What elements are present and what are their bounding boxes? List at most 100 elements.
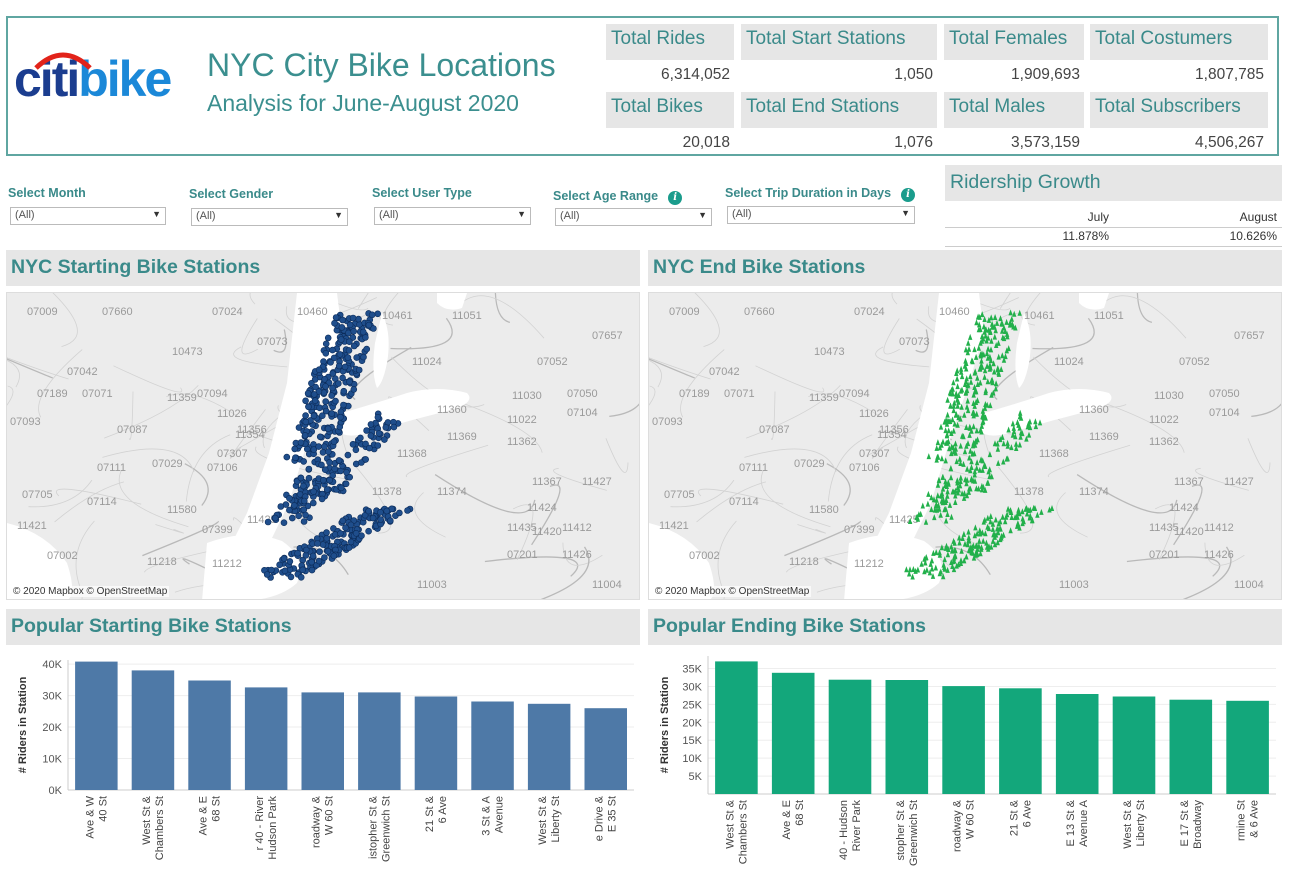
station-marker[interactable] <box>299 566 307 574</box>
station-marker[interactable] <box>404 507 411 514</box>
station-marker[interactable] <box>360 353 367 361</box>
station-marker[interactable] <box>310 391 318 398</box>
station-marker[interactable] <box>377 509 384 516</box>
station-marker[interactable] <box>286 558 294 565</box>
station-marker[interactable] <box>344 451 352 459</box>
station-marker[interactable] <box>335 362 343 370</box>
station-marker[interactable] <box>326 476 333 484</box>
station-marker[interactable] <box>323 535 331 542</box>
station-marker[interactable] <box>347 538 355 546</box>
station-marker[interactable] <box>302 412 309 419</box>
station-marker[interactable] <box>336 351 344 358</box>
chevron-down-icon[interactable]: ▼ <box>334 210 343 220</box>
station-marker[interactable] <box>337 413 344 421</box>
info-icon[interactable]: i <box>668 191 683 205</box>
station-marker[interactable] <box>318 461 325 469</box>
station-marker[interactable] <box>337 336 345 343</box>
station-marker[interactable] <box>334 380 342 387</box>
station-marker[interactable] <box>290 502 298 509</box>
station-marker[interactable] <box>302 397 309 405</box>
station-marker[interactable] <box>315 557 323 565</box>
station-marker[interactable] <box>330 552 338 560</box>
bar[interactable] <box>75 661 118 790</box>
station-marker[interactable] <box>268 566 275 574</box>
station-marker[interactable] <box>359 328 367 336</box>
station-marker[interactable] <box>329 346 336 354</box>
station-marker[interactable] <box>300 482 307 490</box>
station-marker[interactable] <box>350 386 358 393</box>
station-marker[interactable] <box>322 383 329 390</box>
station-marker[interactable] <box>294 549 301 557</box>
station-marker[interactable] <box>321 443 328 450</box>
station-marker[interactable] <box>377 516 385 523</box>
station-marker[interactable] <box>327 359 334 366</box>
station-marker[interactable] <box>300 497 308 505</box>
chevron-down-icon[interactable]: ▼ <box>152 209 161 219</box>
station-marker[interactable] <box>363 345 371 353</box>
station-marker[interactable] <box>338 324 346 331</box>
station-marker[interactable] <box>347 521 355 529</box>
station-marker[interactable] <box>302 511 309 519</box>
station-marker[interactable] <box>350 342 358 350</box>
station-marker[interactable] <box>341 363 349 371</box>
station-marker[interactable] <box>323 486 331 493</box>
filter-dropdown[interactable]: (All) ▼ <box>555 208 712 226</box>
station-marker[interactable] <box>328 410 336 417</box>
station-marker[interactable] <box>367 432 375 439</box>
station-marker[interactable] <box>310 412 318 420</box>
bar[interactable] <box>942 686 985 794</box>
bar[interactable] <box>244 687 288 790</box>
station-marker[interactable] <box>365 507 372 515</box>
station-marker[interactable] <box>362 456 370 463</box>
station-marker[interactable] <box>322 398 330 405</box>
station-marker[interactable] <box>322 349 330 357</box>
station-marker[interactable] <box>367 421 375 428</box>
station-marker[interactable] <box>305 465 313 473</box>
station-marker[interactable] <box>381 436 388 443</box>
station-marker[interactable] <box>305 403 312 411</box>
station-marker[interactable] <box>346 321 354 329</box>
station-marker[interactable] <box>324 425 332 432</box>
station-marker[interactable] <box>305 474 313 482</box>
station-marker[interactable] <box>297 573 305 581</box>
station-marker[interactable] <box>337 530 344 537</box>
station-marker[interactable] <box>301 432 309 439</box>
station-marker[interactable] <box>340 401 347 409</box>
station-marker[interactable] <box>308 558 315 566</box>
station-marker[interactable] <box>295 512 303 520</box>
station-marker[interactable] <box>365 321 373 329</box>
station-marker[interactable] <box>280 555 288 562</box>
bar[interactable] <box>301 692 345 790</box>
station-marker[interactable] <box>309 499 317 507</box>
station-marker[interactable] <box>352 530 360 537</box>
station-marker[interactable] <box>331 319 338 327</box>
station-marker[interactable] <box>328 392 336 399</box>
station-marker[interactable] <box>326 459 333 466</box>
station-marker[interactable] <box>342 480 350 488</box>
station-marker[interactable] <box>291 445 299 453</box>
station-marker[interactable] <box>323 529 330 536</box>
station-marker[interactable] <box>345 544 353 551</box>
station-marker[interactable] <box>355 315 362 323</box>
station-marker[interactable] <box>345 347 353 354</box>
station-marker[interactable] <box>383 507 391 515</box>
station-marker[interactable] <box>332 397 339 405</box>
station-marker[interactable] <box>297 474 305 482</box>
station-marker[interactable] <box>314 540 321 547</box>
station-marker[interactable] <box>315 366 323 373</box>
end-stations-map[interactable]: 07009 07660 07024 10460 10461 11051 07657 07073… <box>648 292 1282 600</box>
station-marker[interactable] <box>346 338 353 346</box>
station-marker[interactable] <box>324 334 332 342</box>
station-marker[interactable] <box>281 567 289 575</box>
station-marker[interactable] <box>280 519 288 526</box>
station-marker[interactable] <box>352 446 360 454</box>
station-marker[interactable] <box>337 408 345 416</box>
station-marker[interactable] <box>319 541 327 548</box>
bar[interactable] <box>131 670 175 790</box>
station-marker[interactable] <box>374 442 382 449</box>
station-marker[interactable] <box>283 453 291 461</box>
station-marker[interactable] <box>310 488 317 495</box>
map-credit[interactable]: © 2020 Mapbox © OpenStreetMap <box>653 586 812 597</box>
bar[interactable] <box>828 679 872 794</box>
station-marker[interactable] <box>339 316 346 324</box>
